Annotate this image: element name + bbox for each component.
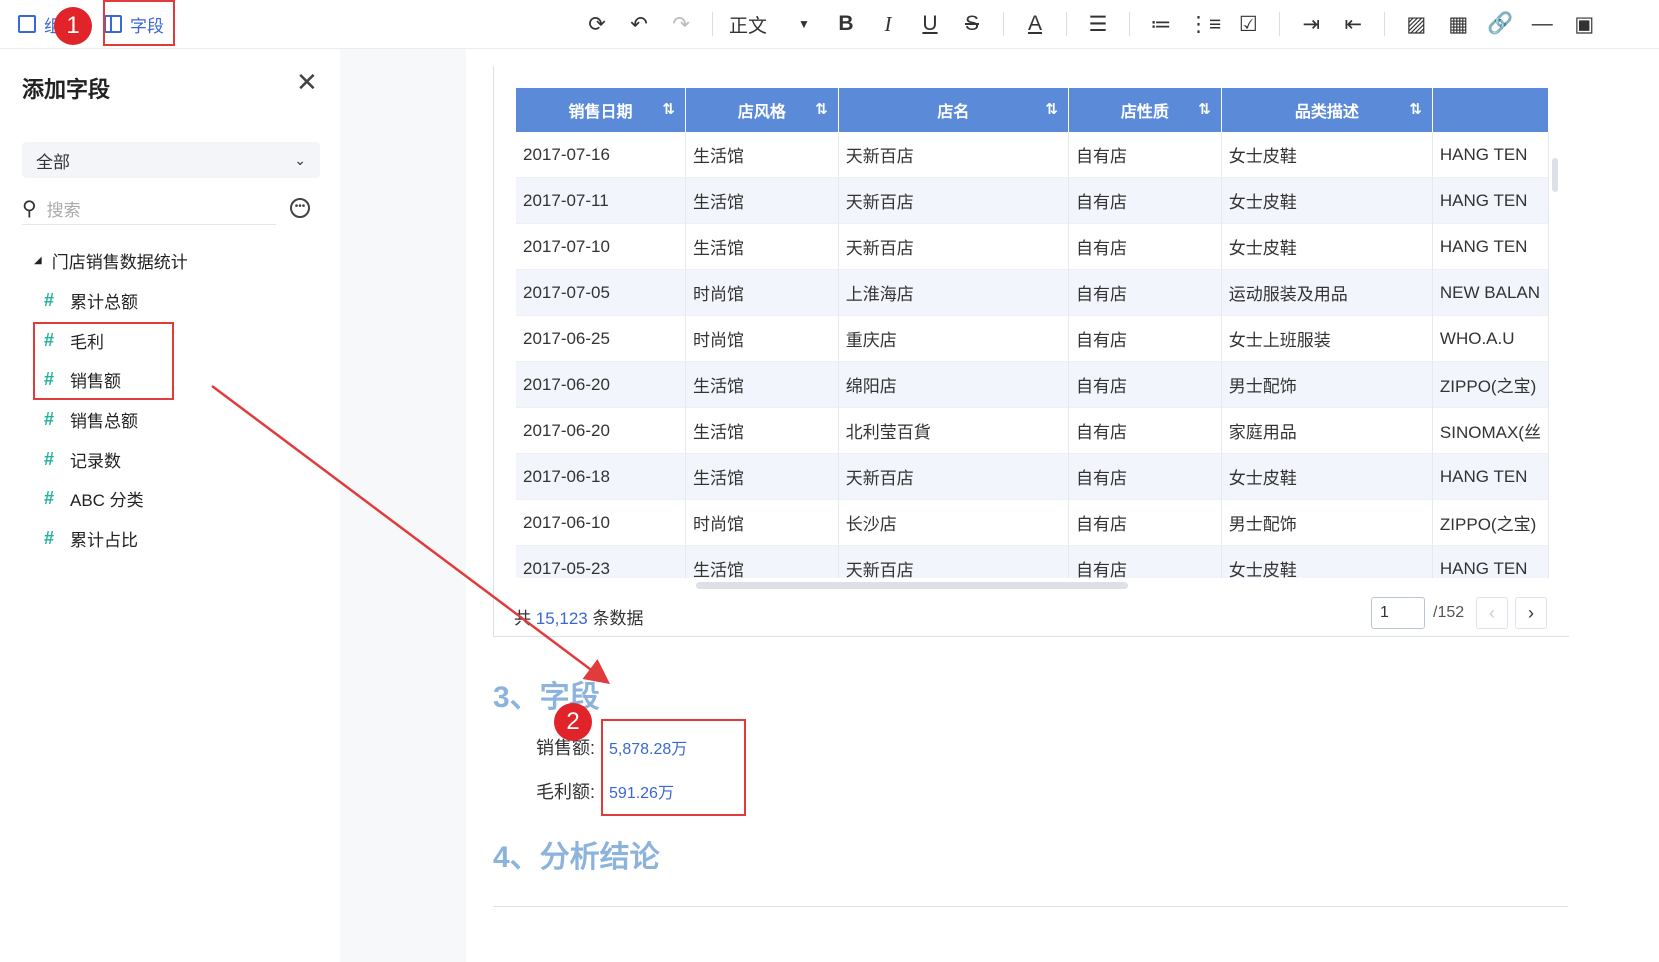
arrow-line: [211, 384, 611, 684]
annotation-arrow: [211, 384, 611, 684]
